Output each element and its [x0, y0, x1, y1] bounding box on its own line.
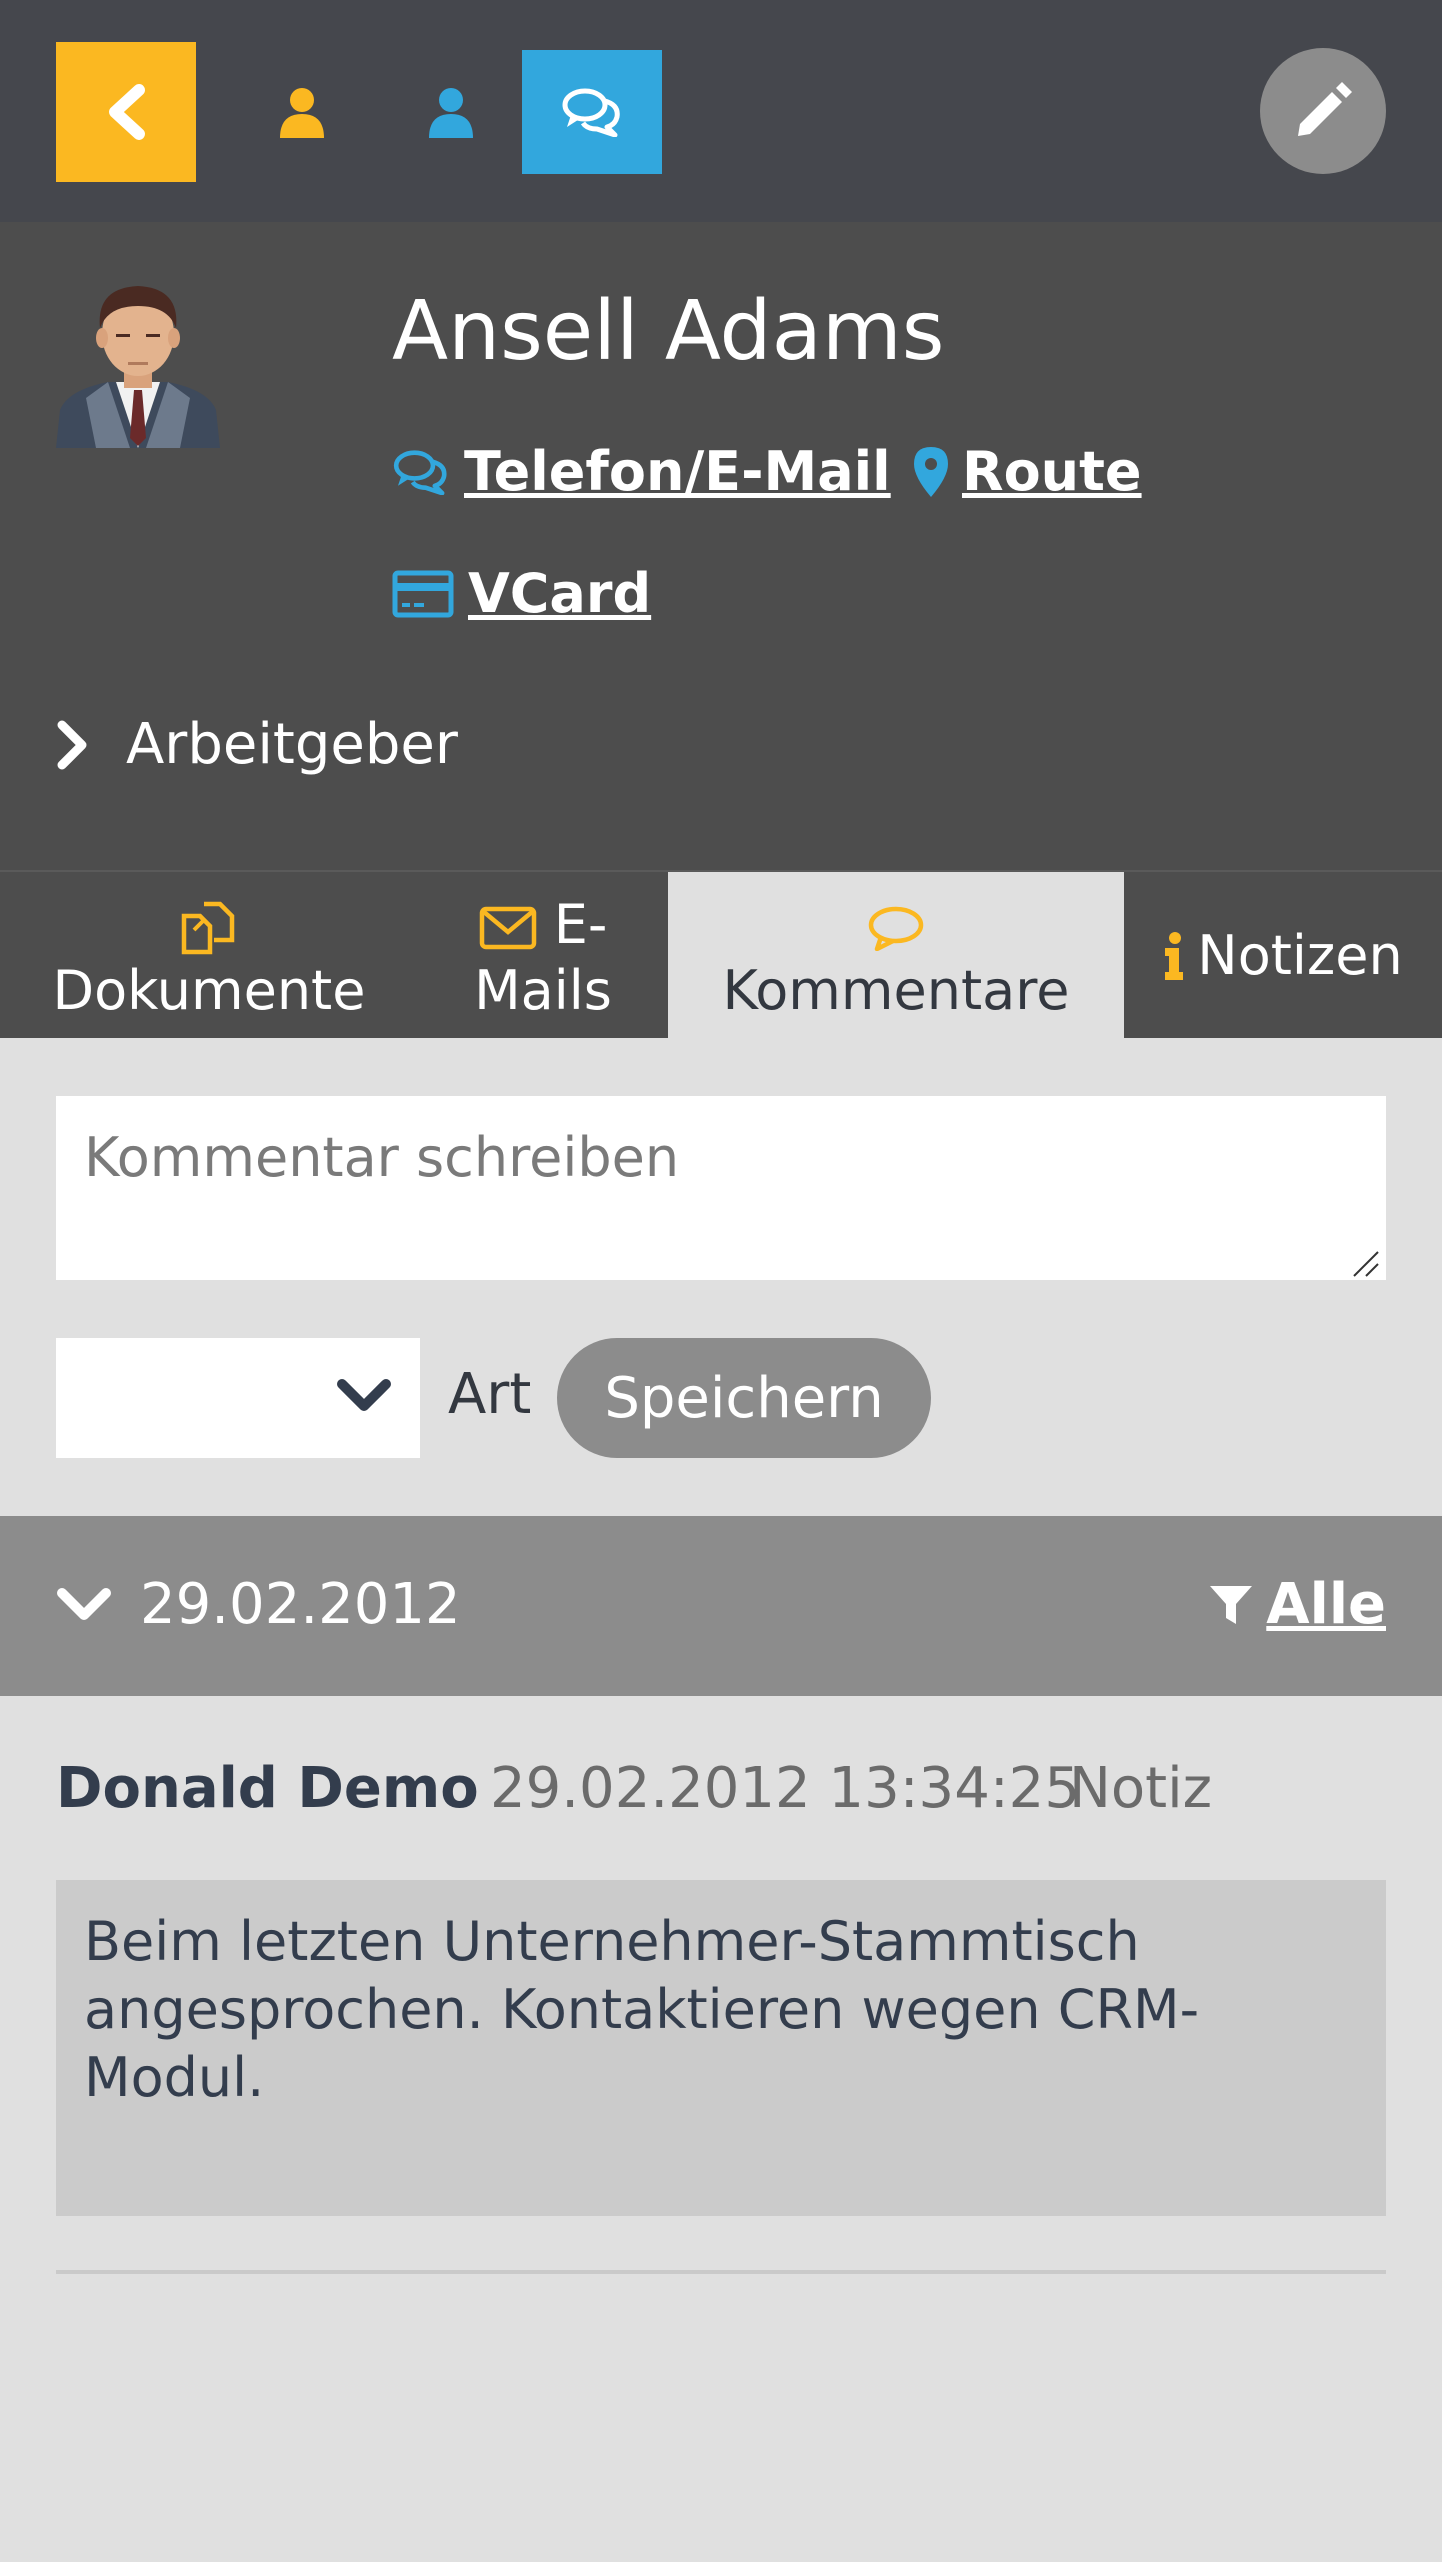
tab-documents-label: Dokumente: [52, 959, 366, 1022]
tab-notes-label: Notizen: [1197, 924, 1403, 987]
date-group-header: 29.02.2012 Alle: [0, 1516, 1442, 1696]
vcard-link[interactable]: VCard: [392, 562, 651, 625]
contact-name: Ansell Adams: [392, 284, 945, 379]
phone-email-link[interactable]: Telefon/E-Mail: [392, 440, 891, 503]
employer-toggle[interactable]: Arbeitgeber: [56, 712, 458, 777]
comment-icon: [868, 907, 924, 952]
route-label: Route: [962, 440, 1142, 503]
filter-label: Alle: [1266, 1572, 1386, 1637]
phone-email-label: Telefon/E-Mail: [464, 440, 891, 503]
comments-icon: [393, 449, 447, 495]
tab-emails-label-2: Mails: [474, 959, 612, 1022]
filter-all-link[interactable]: Alle: [1208, 1572, 1386, 1637]
tab-emails-label-1: E-: [553, 893, 608, 956]
resize-handle-icon[interactable]: [1350, 1248, 1380, 1278]
comment-kind: Notiz: [1069, 1756, 1213, 1821]
comment-meta: Donald Demo 29.02.2012 13:34:25 Notiz: [56, 1756, 1212, 1821]
date-group-date: 29.02.2012: [140, 1572, 461, 1637]
comment-type-select[interactable]: [56, 1338, 420, 1458]
tab-notes[interactable]: Notizen: [1124, 872, 1442, 1040]
chevron-left-icon: [109, 84, 145, 140]
credit-card-icon: [392, 570, 454, 617]
comments-icon: [562, 88, 620, 137]
contact-details-button[interactable]: [381, 50, 521, 174]
type-label: Art: [448, 1362, 532, 1427]
comment-author: Donald Demo: [56, 1756, 479, 1821]
contact-header: Ansell Adams Telefon/E-Mail Route VCard …: [0, 222, 1442, 870]
envelope-icon: [479, 907, 536, 950]
employer-label: Arbeitgeber: [126, 712, 458, 777]
vcard-label: VCard: [468, 562, 652, 625]
edit-button[interactable]: [1260, 48, 1386, 174]
tab-documents[interactable]: Dokumente: [0, 872, 418, 1040]
route-link[interactable]: Route: [914, 440, 1142, 503]
chevron-right-icon: [57, 720, 87, 769]
contact-person-button[interactable]: [232, 50, 372, 174]
user-icon: [280, 88, 324, 138]
tab-comments[interactable]: Kommentare: [668, 872, 1124, 1040]
communication-button[interactable]: [522, 50, 662, 174]
chevron-down-icon: [337, 1379, 391, 1411]
map-marker-icon: [914, 446, 948, 497]
filter-icon: [1210, 1585, 1253, 1624]
comment-input[interactable]: [56, 1096, 1386, 1280]
tab-bar: Dokumente E- Mails Kommentare Notizen: [0, 870, 1442, 1040]
user-icon: [429, 88, 473, 138]
top-toolbar: [0, 0, 1442, 222]
info-icon: [1165, 932, 1184, 980]
comment-timestamp: 29.02.2012 13:34:25: [490, 1756, 1080, 1821]
chevron-down-icon: [57, 1587, 111, 1620]
files-icon: [181, 902, 235, 955]
divider: [56, 2270, 1386, 2274]
save-button[interactable]: Speichern: [557, 1338, 931, 1458]
date-group-toggle[interactable]: 29.02.2012: [56, 1572, 461, 1637]
pencil-icon: [1298, 82, 1352, 136]
tab-emails[interactable]: E- Mails: [418, 872, 668, 1040]
avatar: [56, 286, 220, 448]
back-button[interactable]: [56, 42, 196, 182]
comment-text: Beim letzten Unternehmer-Stammtisch ange…: [56, 1880, 1386, 2216]
tab-comments-label: Kommentare: [722, 959, 1070, 1022]
